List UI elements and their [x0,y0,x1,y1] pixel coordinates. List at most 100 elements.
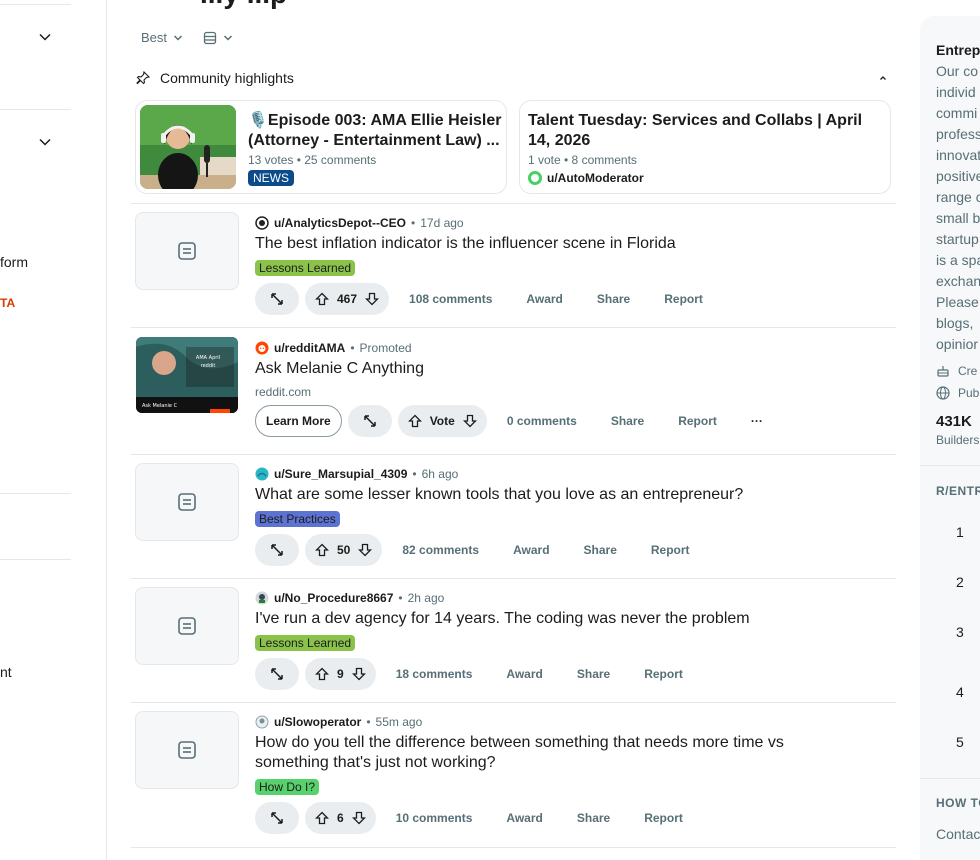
howto-heading: HOW TO [936,796,980,810]
post-title[interactable]: What are some lesser known tools that yo… [255,485,855,505]
downvote-icon[interactable] [351,667,366,681]
feed-divider [131,203,896,204]
post-author[interactable]: u/redditAMA [274,341,345,355]
post-domain[interactable]: reddit.com [255,385,855,399]
post-author-row: u/redditAMA • Promoted [255,341,855,355]
post-flair[interactable]: How Do I? [255,779,320,795]
comments-button[interactable]: 18 comments [382,658,487,690]
rank-number[interactable]: 1 [956,524,964,540]
comments-button[interactable]: 108 comments [395,283,506,315]
expand-button[interactable] [255,534,299,566]
award-button[interactable]: Award [492,658,556,690]
post-author[interactable]: u/AnalyticsDepot--CEO [274,216,406,230]
post-author[interactable]: u/No_Procedure8667 [274,591,393,605]
vote-count: 467 [337,292,358,306]
share-button[interactable]: Share [563,658,624,690]
highlight-card[interactable]: Talent Tuesday: Services and Collabs | A… [519,100,891,194]
upvote-icon[interactable] [315,667,329,681]
learn-more-button[interactable]: Learn More [255,405,342,437]
report-button[interactable]: Report [650,283,717,315]
share-button[interactable]: Share [583,283,644,315]
upvote-icon[interactable] [315,543,329,557]
rank-number[interactable]: 5 [956,734,964,750]
contact-link[interactable]: Contac [936,826,980,842]
report-button[interactable]: Report [664,405,731,437]
share-button[interactable]: Share [570,534,631,566]
chevron-down-icon[interactable] [38,30,52,44]
report-button[interactable]: Report [637,534,704,566]
vote-count: 6 [337,811,344,825]
comments-button[interactable]: 82 comments [388,534,493,566]
award-button[interactable]: Award [499,534,563,566]
rank-number[interactable]: 3 [956,624,964,640]
sidebar-divider [920,465,980,466]
chevron-down-icon [173,34,183,41]
separator: • [350,341,355,355]
chevron-down-icon[interactable] [38,135,52,149]
comments-button[interactable]: 0 comments [493,405,591,437]
sort-label: Best [141,30,168,45]
post-flair[interactable]: Lessons Learned [255,260,356,276]
post-author[interactable]: u/Slowoperator [274,715,361,729]
post-title[interactable]: I've run a dev agency for 14 years. The … [255,609,855,629]
sort-bar: Best [141,30,233,45]
rank-number[interactable]: 4 [956,684,964,700]
nav-item-label[interactable]: form [0,254,28,270]
created-label: Cre [958,364,978,378]
share-button[interactable]: Share [597,405,658,437]
comments-button[interactable]: 10 comments [382,802,487,834]
vote-count: 9 [337,667,344,681]
report-button[interactable]: Report [630,802,697,834]
post-author[interactable]: u/Sure_Marsupial_4309 [274,467,407,481]
highlight-meta: 13 votes • 25 comments [248,153,377,167]
desc-line: blogs, [936,315,974,331]
text-post-icon [178,493,196,511]
text-post-icon [178,741,196,759]
more-options-button[interactable]: ··· [737,405,777,437]
downvote-icon[interactable] [358,543,373,557]
desc-line: is a spa [936,252,980,268]
post-author-row: u/Sure_Marsupial_4309 • 6h ago [255,467,855,481]
nav-divider [0,559,71,560]
expand-button[interactable] [255,283,299,315]
expand-button[interactable] [347,405,392,437]
award-button[interactable]: Award [492,802,556,834]
upvote-icon[interactable] [315,811,329,825]
sort-dropdown[interactable]: Best [141,30,183,45]
highlight-author[interactable]: u/AutoModerator [528,171,882,185]
downvote-icon[interactable] [365,292,380,306]
expand-arrows-icon [271,812,283,824]
downvote-icon[interactable] [462,414,477,428]
desc-line: Please [936,294,979,310]
downvote-icon[interactable] [351,811,366,825]
avatar [255,591,269,605]
post-title[interactable]: Ask Melanie C Anything [255,359,855,379]
report-button[interactable]: Report [630,658,697,690]
expand-button[interactable] [255,802,299,834]
nav-divider [0,109,71,110]
separator: • [398,591,403,605]
nav-item-label[interactable]: TA [0,296,15,310]
upvote-icon[interactable] [407,414,422,428]
post-flair[interactable]: Best Practices [255,511,340,527]
vote-pill: 50 [305,534,383,566]
desc-line: innovat [936,147,980,163]
post-flair[interactable]: Lessons Learned [255,635,356,651]
post-title[interactable]: How do you tell the difference between s… [255,733,855,773]
separator: • [366,715,371,729]
share-button[interactable]: Share [563,802,624,834]
rank-number[interactable]: 2 [956,574,964,590]
nav-item-label[interactable]: nt [0,664,12,680]
post-title[interactable]: The best inflation indicator is the infl… [255,234,855,254]
view-dropdown[interactable] [203,31,233,45]
expand-button[interactable] [255,658,299,690]
expand-arrows-icon [271,544,283,556]
upvote-icon[interactable] [315,292,329,306]
avatar [255,467,269,481]
feed-divider [131,327,896,328]
vote-label: Vote [429,414,455,428]
feed-divider [131,578,896,579]
highlight-card[interactable]: 🎙️Episode 003: AMA Ellie Heisler (Attorn… [135,100,507,194]
award-button[interactable]: Award [512,283,576,315]
chevron-up-icon[interactable] [878,73,888,83]
